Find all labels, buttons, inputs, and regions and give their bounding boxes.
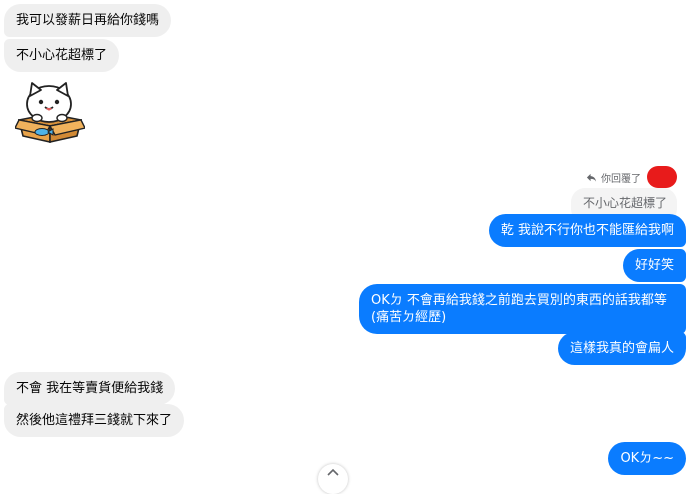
redacted-avatar <box>647 166 677 188</box>
outgoing-message[interactable]: OKㄉ~~ <box>608 442 686 475</box>
chevron-up-icon <box>327 468 339 476</box>
outgoing-message[interactable]: 這樣我真的會扁人 <box>557 332 686 365</box>
chat-thread: 我可以發薪日再給你錢嗎 不小心花超標了 你回覆了 不小心花超標了 乾 我說不行你… <box>0 0 689 494</box>
incoming-message[interactable]: 我可以發薪日再給你錢嗎 <box>4 4 172 37</box>
scroll-down-button[interactable] <box>318 464 348 494</box>
incoming-message[interactable]: 然後他這禮拜三錢就下來了 <box>4 404 185 437</box>
outgoing-message[interactable]: OKㄉ 不會再給我錢之前跑去買別的東西的話我都等(痛苦ㄉ經歷) <box>359 284 686 334</box>
incoming-message[interactable]: 不會 我在等賣貨便給我錢 <box>4 372 176 405</box>
reply-indicator: 你回覆了 <box>586 166 677 188</box>
cat-in-box-sticker[interactable] <box>13 80 87 146</box>
incoming-message[interactable]: 不小心花超標了 <box>4 39 120 72</box>
reply-arrow-icon <box>586 173 597 182</box>
outgoing-message[interactable]: 乾 我說不行你也不能匯給我啊 <box>488 214 686 247</box>
outgoing-message[interactable]: 好好笑 <box>622 249 686 282</box>
reply-label: 你回覆了 <box>601 173 641 185</box>
